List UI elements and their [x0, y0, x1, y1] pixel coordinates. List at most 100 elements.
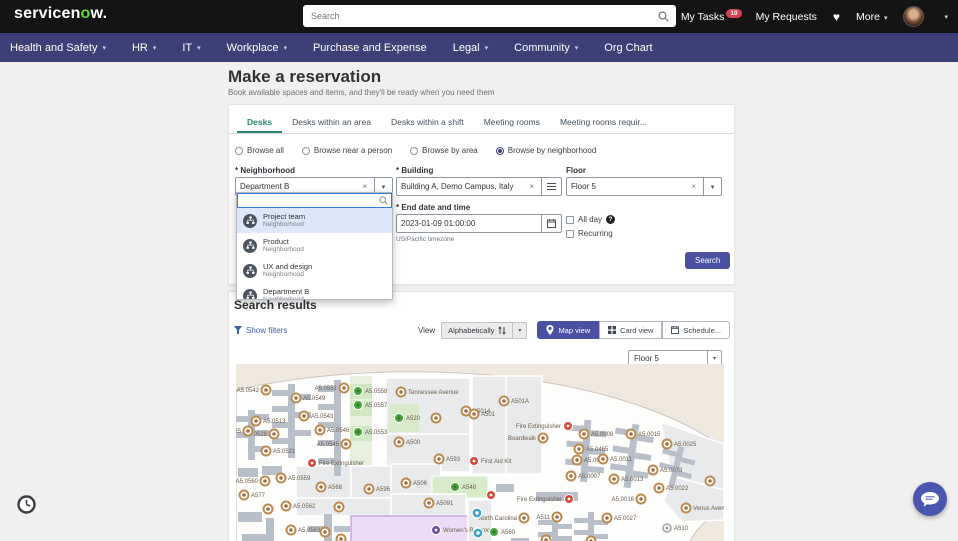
- logo-green-o: o: [80, 5, 91, 22]
- nav-item-health-and-safety[interactable]: Health and Safety ▾: [10, 42, 106, 54]
- dropdown-item-department-b[interactable]: Department B Neighborhood: [237, 283, 392, 299]
- map-marker[interactable]: [472, 527, 484, 539]
- svg-text:Fire Extinguisher: Fire Extinguisher: [517, 497, 562, 503]
- nav-item-label: Health and Safety: [10, 41, 98, 54]
- list-icon: [547, 182, 556, 191]
- sort-caret-button[interactable]: ▾: [513, 321, 528, 339]
- sort-value[interactable]: Alphabetically: [441, 321, 514, 339]
- nav-item-workplace[interactable]: Workplace ▾: [227, 42, 287, 54]
- favorites-heart-icon[interactable]: ♥: [833, 10, 840, 24]
- svg-text:A5.0546: A5.0546: [327, 428, 350, 434]
- map-view-button[interactable]: Map view: [537, 321, 600, 339]
- show-filters-link[interactable]: Show filters: [234, 326, 287, 335]
- nav-caret-icon: ▾: [574, 44, 579, 52]
- radio-browse-near-a-person[interactable]: Browse near a person: [301, 146, 392, 155]
- dropdown-search-input[interactable]: [238, 196, 379, 205]
- building-clear-icon[interactable]: ×: [526, 182, 537, 191]
- my-requests-link[interactable]: My Requests: [756, 11, 817, 23]
- radio-browse-by-area[interactable]: Browse by area: [410, 146, 478, 155]
- nav-item-community[interactable]: Community ▾: [514, 42, 578, 54]
- nav-item-legal[interactable]: Legal ▾: [453, 42, 488, 54]
- all-day-box[interactable]: [566, 215, 574, 224]
- svg-text:A5.0551: A5.0551: [315, 386, 338, 392]
- svg-text:Fire Extinguisher: Fire Extinguisher: [319, 461, 364, 467]
- map-marker[interactable]: [585, 535, 597, 541]
- map-marker[interactable]: [319, 526, 331, 538]
- svg-text:A500: A500: [406, 440, 421, 446]
- all-day-help-icon[interactable]: ?: [606, 215, 616, 224]
- map-marker-a510[interactable]: A510: [662, 523, 689, 533]
- svg-text:A5.0013: A5.0013: [621, 477, 644, 483]
- floor-field: Floor 5 × ▾: [566, 177, 724, 196]
- calendar-button[interactable]: [542, 214, 562, 233]
- svg-text:Tennessee Avenue: Tennessee Avenue: [408, 390, 459, 396]
- logo-text: servicen: [14, 5, 81, 22]
- recurring-checkbox[interactable]: Recurring: [566, 229, 613, 238]
- neighborhood-clear-icon[interactable]: ×: [359, 182, 370, 191]
- svg-text:A506: A506: [413, 481, 428, 487]
- map-marker[interactable]: [486, 490, 496, 500]
- global-search-input[interactable]: [303, 11, 658, 21]
- card-view-button[interactable]: Card view: [599, 321, 663, 339]
- profile-caret-icon[interactable]: ▾: [944, 13, 948, 21]
- tab-desks-within-a-shift[interactable]: Desks within a shift: [381, 112, 474, 133]
- search-button[interactable]: Search: [685, 252, 731, 269]
- filters-row: Show filters View Alphabetically ▾ Map v…: [234, 321, 730, 339]
- floor-caret-button[interactable]: ▾: [704, 177, 722, 196]
- floor-input[interactable]: Floor 5 ×: [566, 177, 704, 196]
- nav-item-it[interactable]: IT ▾: [182, 42, 200, 54]
- end-date-input[interactable]: 2023-01-09 01:00:00: [396, 214, 542, 233]
- nav-item-label: Legal: [452, 41, 480, 54]
- all-day-checkbox[interactable]: All day ?: [566, 215, 616, 224]
- radio-browse-all[interactable]: Browse all: [235, 146, 284, 155]
- more-menu[interactable]: More ▾: [856, 11, 887, 23]
- map-marker[interactable]: [333, 501, 345, 513]
- nav-caret-icon: ▾: [283, 44, 287, 52]
- page-subtitle: Book available spaces and items, and the…: [228, 88, 495, 97]
- building-lookup-button[interactable]: [542, 177, 562, 196]
- map-marker[interactable]: [430, 412, 442, 424]
- my-tasks-link[interactable]: My Tasks 10: [681, 8, 742, 23]
- schedule-view-button[interactable]: Schedule...: [662, 321, 730, 339]
- nav-item-org-chart[interactable]: Org Chart: [604, 42, 652, 54]
- dropdown-item-ux-and-design[interactable]: UX and design Neighborhood: [237, 258, 392, 283]
- svg-text:A5.0008: A5.0008: [591, 432, 614, 438]
- avatar[interactable]: [903, 6, 925, 27]
- dropdown-item-project-team[interactable]: Project team Neighborhood: [237, 208, 392, 233]
- map-marker[interactable]: [540, 534, 552, 541]
- chat-button[interactable]: [913, 482, 947, 516]
- nav-item-hr[interactable]: HR ▾: [132, 42, 156, 54]
- radio-browse-by-neighborhood[interactable]: Browse by neighborhood: [495, 146, 596, 155]
- dropdown-item-product[interactable]: Product Neighborhood: [237, 233, 392, 258]
- dropdown-items: Project team Neighborhood Product Neighborh…: [237, 208, 392, 299]
- svg-text:A5.0022: A5.0022: [666, 486, 689, 492]
- floor-map[interactable]: A5.0542 A5.0513 A5.0549 A5.0543 A5.0546 A5.05…: [236, 364, 724, 541]
- nav-item-label: Workplace: [226, 41, 279, 54]
- svg-text:A5.0549: A5.0549: [303, 396, 326, 402]
- svg-text:A510: A510: [674, 526, 689, 532]
- nav-item-purchase-and-expense[interactable]: Purchase and Expense: [313, 42, 427, 54]
- dropdown-item-text: Product Neighborhood: [263, 236, 304, 253]
- neighborhood-dropdown: Project team Neighborhood Product Neighborh…: [236, 192, 393, 300]
- svg-text:A5.0562: A5.0562: [293, 504, 316, 510]
- view-group: View Alphabetically ▾ Map view Card view…: [418, 321, 730, 339]
- map-marker[interactable]: [704, 475, 716, 487]
- servicenow-logo[interactable]: servicenow.: [14, 5, 107, 23]
- search-icon[interactable]: [658, 10, 669, 22]
- recurring-box[interactable]: [566, 229, 574, 238]
- tab-meeting-rooms[interactable]: Meeting rooms: [474, 112, 550, 133]
- nav-caret-icon: ▾: [484, 44, 489, 52]
- card-grid-icon: [608, 326, 617, 334]
- tab-desks[interactable]: Desks: [237, 112, 283, 133]
- map-marker[interactable]: [471, 507, 483, 519]
- svg-text:A568: A568: [328, 485, 343, 491]
- map-marker[interactable]: [335, 533, 347, 541]
- floor-clear-icon[interactable]: ×: [688, 182, 699, 191]
- building-input[interactable]: Building A, Demo Campus, Italy ×: [396, 177, 542, 196]
- recent-history-button[interactable]: [16, 494, 37, 515]
- map-marker[interactable]: [262, 503, 274, 515]
- reservation-tabs: Desks Desks within an area Desks within a …: [229, 112, 734, 134]
- tab-desks-within-an-area[interactable]: Desks within an area: [282, 112, 381, 133]
- results-title: Search results: [234, 298, 317, 312]
- tab-meeting-rooms-requir-[interactable]: Meeting rooms requir...: [550, 112, 657, 133]
